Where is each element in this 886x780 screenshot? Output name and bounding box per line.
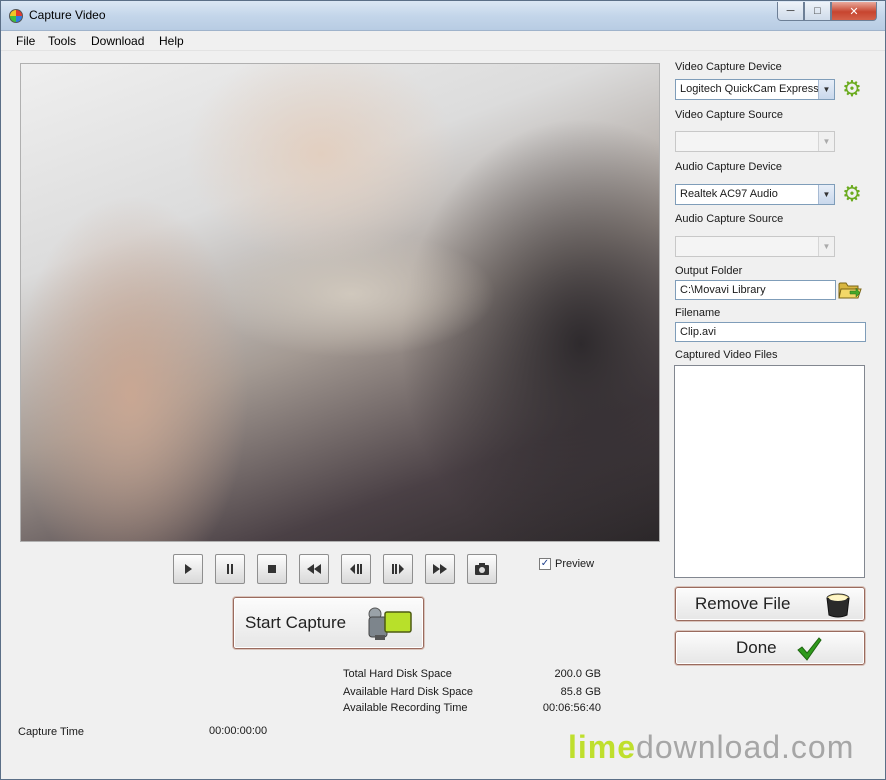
menu-tools[interactable]: Tools xyxy=(48,34,76,48)
video-device-settings-button[interactable]: ⚙ xyxy=(839,77,865,101)
done-button[interactable]: Done xyxy=(675,631,865,665)
app-icon xyxy=(9,9,23,23)
capture-time-label: Capture Time xyxy=(18,726,85,738)
done-label: Done xyxy=(736,638,777,657)
chevron-down-icon: ▼ xyxy=(818,237,834,256)
captured-files-label: Captured Video Files xyxy=(675,349,778,361)
video-device-label: Video Capture Device xyxy=(675,61,782,73)
total-disk-value: 200.0 GB xyxy=(554,668,601,680)
step-back-icon xyxy=(350,564,362,574)
audio-device-select[interactable]: Realtek AC97 Audio ▼ xyxy=(675,184,835,205)
audio-device-label: Audio Capture Device xyxy=(675,161,783,173)
fast-forward-button[interactable] xyxy=(425,554,455,584)
snapshot-button[interactable] xyxy=(467,554,497,584)
total-disk-label: Total Hard Disk Space xyxy=(343,668,452,680)
play-button[interactable] xyxy=(173,554,203,584)
browse-folder-button[interactable] xyxy=(838,279,862,301)
available-disk-label: Available Hard Disk Space xyxy=(343,686,474,698)
stop-icon xyxy=(268,565,276,573)
maximize-button[interactable]: □ xyxy=(804,2,831,21)
play-icon xyxy=(185,564,192,574)
trash-pot-icon xyxy=(826,593,850,618)
filename-field[interactable]: Clip.avi xyxy=(675,322,866,342)
menu-file[interactable]: File xyxy=(16,34,35,48)
title-bar[interactable]: Capture Video ─ □ ✕ xyxy=(1,1,885,31)
close-icon: ✕ xyxy=(849,5,859,18)
recording-time-value: 00:06:56:40 xyxy=(542,702,601,714)
pause-icon xyxy=(227,564,233,574)
rewind-icon xyxy=(307,564,321,574)
preview-checkbox[interactable]: ✓ xyxy=(539,558,551,570)
filename-value: Clip.avi xyxy=(680,326,717,338)
output-folder-label: Output Folder xyxy=(675,265,743,277)
video-source-label: Video Capture Source xyxy=(675,109,784,121)
video-preview xyxy=(20,63,660,542)
chevron-down-icon: ▼ xyxy=(818,132,834,151)
capture-video-window: Capture Video ─ □ ✕ File Tools Download … xyxy=(0,0,886,780)
audio-device-settings-button[interactable]: ⚙ xyxy=(839,182,865,206)
close-button[interactable]: ✕ xyxy=(831,2,877,21)
gear-icon: ⚙ xyxy=(842,76,862,101)
checkmark-icon xyxy=(797,637,822,661)
gear-icon: ⚙ xyxy=(842,181,862,206)
remove-file-button[interactable]: Remove File xyxy=(675,587,865,621)
audio-device-value: Realtek AC97 Audio xyxy=(680,188,778,200)
preview-option[interactable]: ✓ Preview xyxy=(539,558,594,570)
chevron-down-icon: ▼ xyxy=(818,185,834,204)
watermark-logo: limedownload.com xyxy=(568,729,854,766)
rewind-button[interactable] xyxy=(299,554,329,584)
audio-source-label: Audio Capture Source xyxy=(675,213,784,225)
output-folder-value: C:\Movavi Library xyxy=(680,284,766,296)
start-capture-label: Start Capture xyxy=(245,613,347,632)
available-disk-value: 85.8 GB xyxy=(560,686,601,698)
filename-label: Filename xyxy=(675,307,721,319)
stop-button[interactable] xyxy=(257,554,287,584)
menu-download[interactable]: Download xyxy=(91,34,144,48)
minimize-icon: ─ xyxy=(786,5,795,17)
preview-label: Preview xyxy=(555,558,595,570)
watermark-rest: download.com xyxy=(636,729,855,765)
minimize-button[interactable]: ─ xyxy=(777,2,804,21)
remove-file-label: Remove File xyxy=(695,594,791,613)
start-capture-button[interactable]: Start Capture xyxy=(233,597,424,649)
capture-time-value: 00:00:00:00 xyxy=(209,725,268,737)
video-device-select[interactable]: Logitech QuickCam Express ▼ xyxy=(675,79,835,100)
step-forward-button[interactable] xyxy=(383,554,413,584)
recording-time-label: Available Recording Time xyxy=(343,702,468,714)
step-forward-icon xyxy=(392,564,404,574)
watermark-lime: lime xyxy=(568,729,637,765)
video-source-select[interactable]: ▼ xyxy=(675,131,835,152)
audio-source-select[interactable]: ▼ xyxy=(675,236,835,257)
output-folder-field[interactable]: C:\Movavi Library xyxy=(675,280,836,300)
snapshot-icon xyxy=(475,563,489,575)
pause-button[interactable] xyxy=(215,554,245,584)
menu-help[interactable]: Help xyxy=(159,34,184,48)
fast-forward-icon xyxy=(433,564,447,574)
maximize-icon: □ xyxy=(814,5,821,17)
captured-files-list[interactable] xyxy=(674,365,865,578)
menu-bar: File Tools Download Help xyxy=(1,31,885,51)
video-device-value: Logitech QuickCam Express xyxy=(680,83,819,95)
step-back-button[interactable] xyxy=(341,554,371,584)
window-title: Capture Video xyxy=(29,8,106,22)
camcorder-icon xyxy=(368,607,412,640)
chevron-down-icon: ▼ xyxy=(818,80,834,99)
